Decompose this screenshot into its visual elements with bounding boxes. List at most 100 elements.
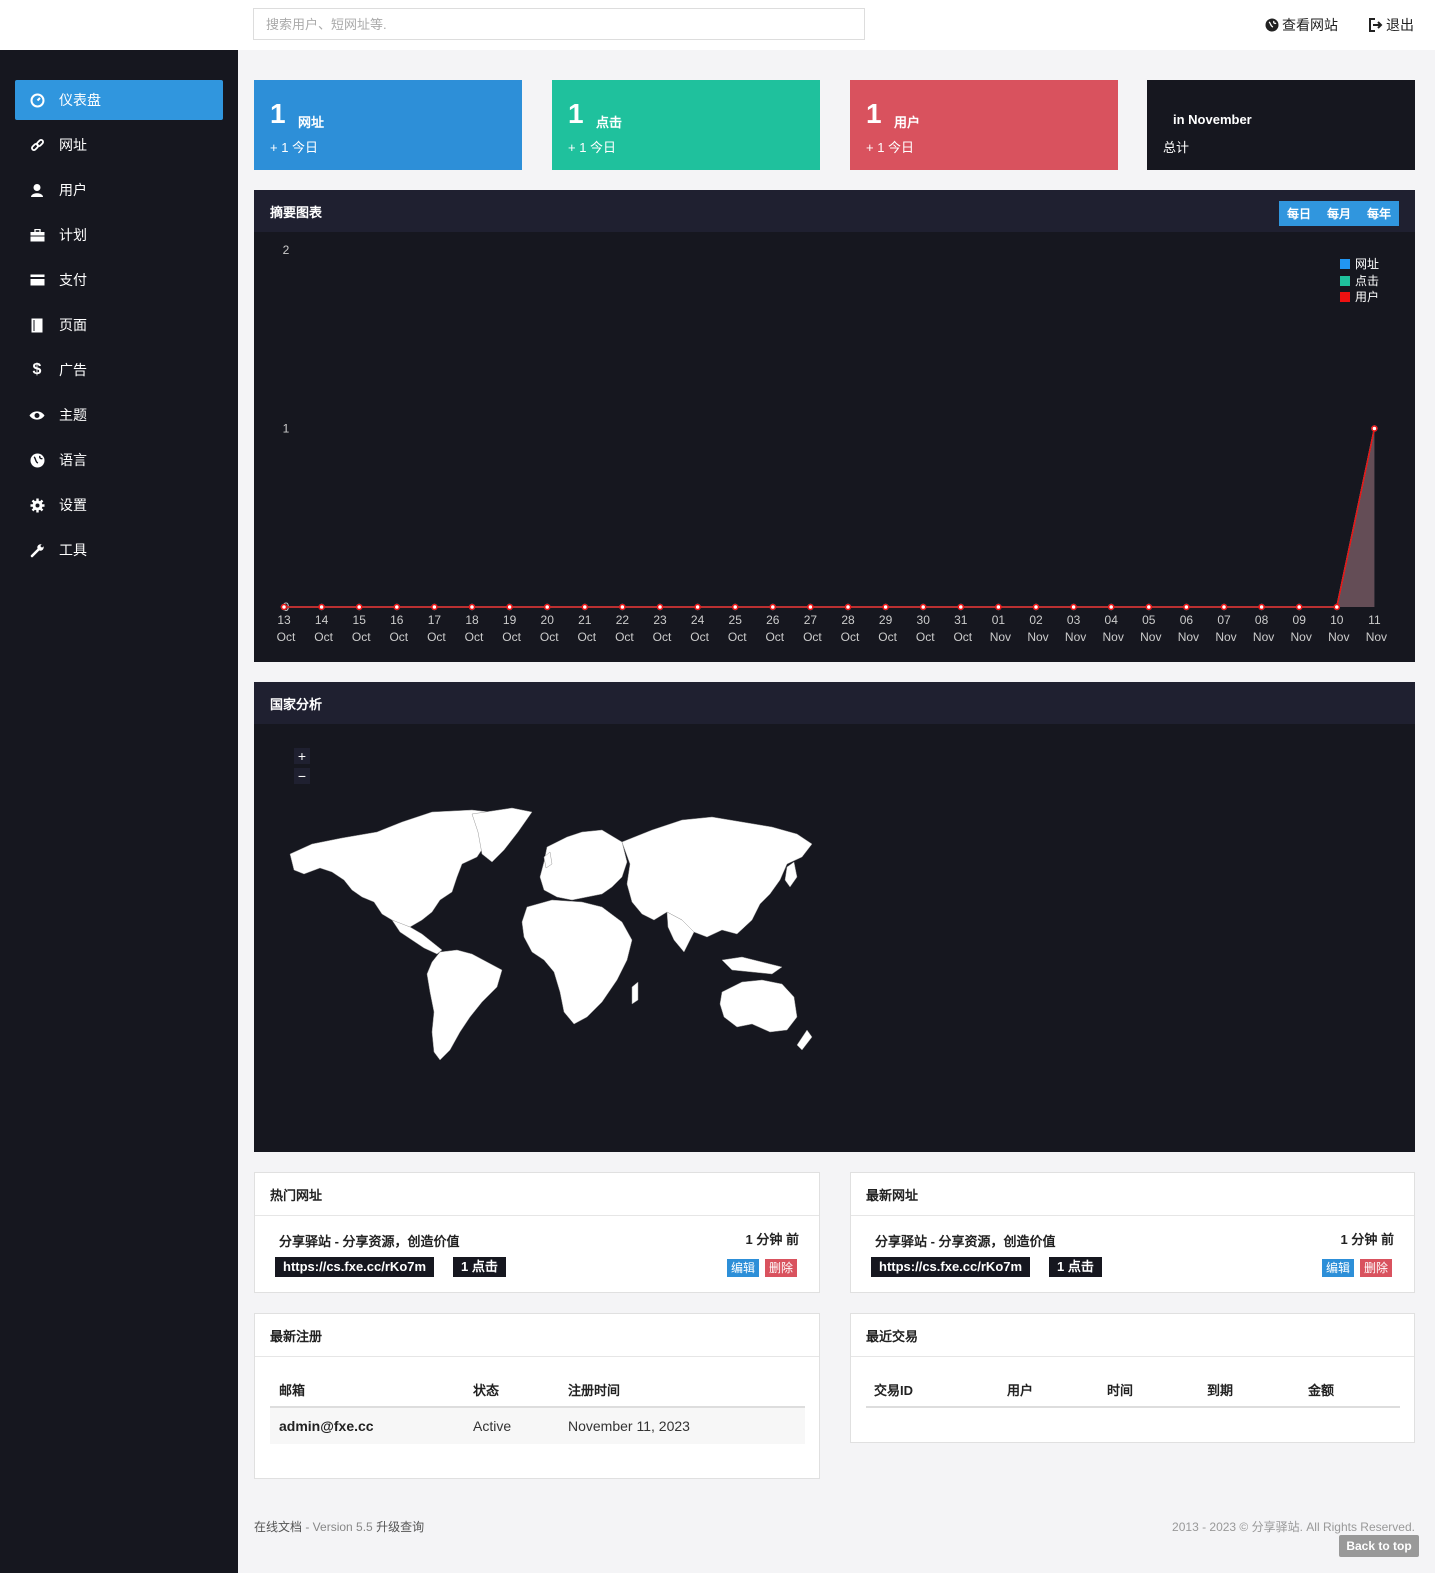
delete-button[interactable]: 删除 <box>765 1259 798 1277</box>
data-point <box>1107 603 1115 611</box>
south-america[interactable] <box>426 949 503 1061</box>
stat-today: + 1 今日 <box>270 140 319 155</box>
series-area <box>284 428 1375 607</box>
x-tick-label: Nov <box>990 630 1011 644</box>
sidebar-item-plans[interactable]: 计划 <box>15 215 223 255</box>
asia[interactable] <box>621 816 813 938</box>
africa[interactable] <box>521 899 633 1025</box>
sidebar-item-users[interactable]: 用户 <box>15 170 223 210</box>
sidebar-item-dashboard[interactable]: 仪表盘 <box>15 80 223 120</box>
central-america[interactable] <box>391 919 443 955</box>
sidebar-item-urls[interactable]: 网址 <box>15 125 223 165</box>
indonesia[interactable] <box>721 956 783 975</box>
short-url-link[interactable]: https://cs.fxe.cc/rKo7m <box>871 1257 1031 1277</box>
url-time: 1 分钟 前 <box>1340 1232 1394 1247</box>
x-tick-label: Oct <box>502 630 521 644</box>
stat-number: 1 <box>866 98 882 129</box>
data-point <box>995 603 1002 611</box>
click-count-badge: 1 点击 <box>453 1257 506 1277</box>
sidebar-item-ads[interactable]: $ 广告 <box>15 350 223 390</box>
logout-link[interactable]: 退出 <box>1368 15 1414 35</box>
country-analysis-panel: 国家分析 + − <box>254 682 1415 1152</box>
series-area <box>284 428 1375 607</box>
data-point <box>468 603 476 611</box>
x-tick-label: Oct <box>465 630 484 644</box>
x-tick-label: Nov <box>1065 630 1086 644</box>
credit-card-icon <box>29 274 45 286</box>
recent-transactions-card: 最近交易 交易ID 用户 时间 到期 金额 <box>850 1313 1415 1443</box>
data-point <box>1145 603 1153 611</box>
data-point <box>1333 603 1341 611</box>
x-tick-label: Oct <box>841 630 860 644</box>
x-tick-label: 30 <box>917 613 931 627</box>
edit-button[interactable]: 编辑 <box>1322 1259 1355 1277</box>
sidebar-item-label: 语言 <box>59 452 87 468</box>
x-tick-label: 07 <box>1217 613 1231 627</box>
sidebar-item-label: 网址 <box>59 137 87 153</box>
x-tick-label: 24 <box>691 613 705 627</box>
page-icon <box>29 318 45 333</box>
new-zealand[interactable] <box>796 1029 813 1051</box>
user-email[interactable]: admin@fxe.cc <box>279 1418 374 1434</box>
globe-icon <box>1265 18 1279 32</box>
sidebar-item-pages[interactable]: 页面 <box>15 305 223 345</box>
japan[interactable] <box>784 861 798 888</box>
x-tick-label: 09 <box>1293 613 1307 627</box>
sidebar-item-label: 设置 <box>59 497 87 513</box>
briefcase-icon <box>29 228 45 242</box>
x-tick-label: Nov <box>1291 630 1312 644</box>
sidebar-item-payments[interactable]: 支付 <box>15 260 223 300</box>
short-url-link[interactable]: https://cs.fxe.cc/rKo7m <box>275 1257 435 1277</box>
edit-button[interactable]: 编辑 <box>727 1259 760 1277</box>
y-tick-label: 1 <box>283 422 290 436</box>
zoom-out-button[interactable]: − <box>294 768 310 784</box>
data-point <box>1070 603 1077 611</box>
data-point <box>656 603 664 611</box>
sidebar-item-label: 主题 <box>59 407 87 423</box>
north-america[interactable] <box>289 809 508 928</box>
sidebar-item-languages[interactable]: 语言 <box>15 440 223 480</box>
sidebar-item-label: 用户 <box>59 182 87 198</box>
x-tick-label: Oct <box>728 630 747 644</box>
column-header-status: 状态 <box>473 1383 500 1398</box>
back-to-top-button[interactable]: Back to top <box>1339 1535 1419 1557</box>
europe[interactable] <box>539 829 628 901</box>
zoom-in-button[interactable]: + <box>294 748 310 764</box>
user-status: Active <box>473 1418 512 1434</box>
madagascar[interactable] <box>631 981 639 1005</box>
sidebar-item-label: 支付 <box>59 272 87 288</box>
period-yearly-button[interactable]: 每年 <box>1358 201 1399 226</box>
stat-month: in November 总计 <box>1147 80 1415 170</box>
stat-total: 总计 <box>1163 140 1190 155</box>
link-icon <box>29 138 45 153</box>
x-tick-label: 26 <box>766 613 780 627</box>
data-point <box>1371 425 1378 432</box>
greenland[interactable] <box>471 807 533 863</box>
popular-urls-header: 热门网址 <box>255 1173 819 1216</box>
sidebar-item-themes[interactable]: 主题 <box>15 395 223 435</box>
x-tick-label: Nov <box>1366 630 1387 644</box>
data-point <box>1220 603 1228 611</box>
period-daily-button[interactable]: 每日 <box>1278 201 1319 226</box>
x-tick-label: Oct <box>803 630 822 644</box>
sidebar-item-label: 计划 <box>59 227 87 243</box>
series-line <box>284 428 1376 608</box>
australia[interactable] <box>719 979 798 1033</box>
globe-icon <box>29 453 45 468</box>
stat-urls: 1 网址 + 1 今日 <box>254 80 522 170</box>
delete-button[interactable]: 删除 <box>1360 1259 1393 1277</box>
data-point <box>919 603 927 611</box>
data-point <box>280 603 288 611</box>
view-site-link[interactable]: 查看网站 <box>1265 15 1338 35</box>
search-input[interactable] <box>253 8 865 40</box>
sidebar-item-tools[interactable]: 工具 <box>15 530 223 570</box>
table-row: admin@fxe.cc Active November 11, 2023 <box>270 1408 805 1444</box>
docs-link[interactable]: 在线文档 <box>254 1520 302 1534</box>
stat-today: + 1 今日 <box>568 140 617 155</box>
upgrade-link[interactable]: 升级查询 <box>376 1520 424 1534</box>
x-tick-label: Nov <box>1215 630 1236 644</box>
summary-chart-title: 摘要图表 <box>270 204 323 220</box>
world-map[interactable] <box>282 802 842 1082</box>
period-monthly-button[interactable]: 每月 <box>1318 201 1359 226</box>
sidebar-item-settings[interactable]: 设置 <box>15 485 223 525</box>
